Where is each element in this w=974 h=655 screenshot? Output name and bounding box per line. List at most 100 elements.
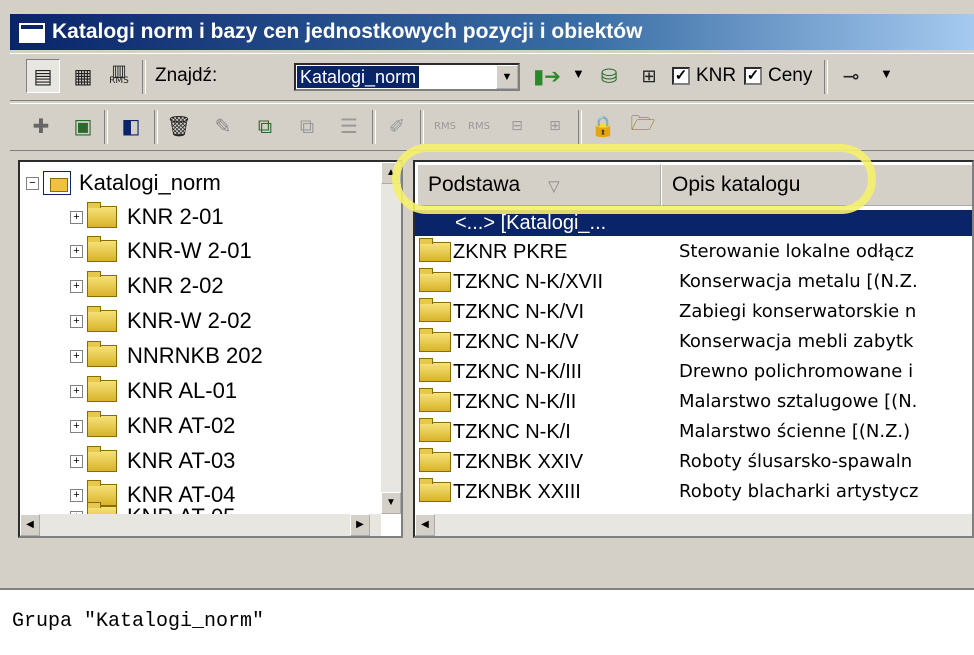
folder-icon — [87, 411, 117, 437]
row-description: Roboty ślusarsko-spawaln — [679, 451, 913, 472]
tree-item[interactable]: + KNR-W 2-02 — [70, 304, 252, 338]
folder-icon — [419, 268, 451, 292]
list-horizontal-scrollbar[interactable]: ◀ — [415, 514, 972, 536]
unlink-icon[interactable]: ⊞ — [538, 109, 572, 143]
tree-item-label: KNR-W 2-02 — [127, 308, 252, 333]
tree-item[interactable]: + KNR AT-03 — [70, 444, 235, 478]
lock-icon[interactable]: 🔒 — [586, 109, 620, 143]
grid-icon[interactable]: ⊞ — [632, 59, 666, 93]
row-code: TZKNC N-K/V — [453, 331, 579, 353]
go-next-icon[interactable]: ▮➔ — [530, 59, 564, 93]
tree-item[interactable]: + KNR AL-01 — [70, 374, 237, 408]
tree-root-label: Katalogi_norm — [79, 170, 221, 195]
tree-item[interactable]: + KNR-W 2-01 — [70, 234, 252, 268]
ceny-checkbox[interactable]: ✓ — [744, 67, 762, 85]
toolbar-separator — [824, 60, 828, 94]
table-row-selected[interactable]: <...> [Katalogi_... — [415, 210, 972, 236]
column-header-opis[interactable]: Opis katalogu — [661, 164, 972, 206]
scroll-right-button[interactable]: ▶ — [350, 514, 370, 536]
row-code: TZKNBK XXIII — [453, 481, 581, 503]
edit-pencil-icon[interactable]: ✎ — [206, 109, 240, 143]
expand-icon[interactable]: + — [70, 314, 83, 328]
find-combobox[interactable]: Katalogi_norm — [294, 63, 520, 91]
expand-icon[interactable]: + — [70, 349, 83, 363]
tree-item[interactable]: + KNR 2-01 — [70, 200, 224, 234]
copy-icon[interactable]: ⧉ — [248, 109, 282, 143]
tree-item[interactable]: + KNR AT-02 — [70, 409, 235, 443]
scroll-left-button[interactable]: ◀ — [20, 514, 40, 536]
column-header-podstawa[interactable]: Podstawa ▽ — [417, 164, 661, 206]
table-row[interactable]: TZKNBK XXIV Roboty ślusarsko-spawaln — [419, 448, 912, 476]
folder-icon — [419, 448, 451, 472]
tree-item-label: KNR 2-02 — [127, 273, 224, 298]
expand-icon[interactable]: + — [70, 210, 83, 224]
expand-icon[interactable]: + — [70, 454, 83, 468]
folder-icon — [419, 478, 451, 502]
edit-list-icon[interactable]: ✐ — [380, 109, 414, 143]
table-row[interactable]: TZKNC N-K/II Malarstwo sztalugowe [(N. — [419, 388, 917, 416]
window-icon — [18, 22, 46, 44]
folder-icon — [87, 376, 117, 402]
row-description: Zabiegi konserwatorskie n — [679, 301, 917, 322]
tree-vertical-scrollbar[interactable]: ▲ ▼ — [381, 162, 401, 514]
table-row[interactable]: TZKNC N-K/XVII Konserwacja metalu [(N.Z. — [419, 268, 918, 296]
collapse-icon[interactable]: − — [26, 176, 39, 190]
tree-item-label: KNR AL-01 — [127, 378, 238, 403]
find-value: Katalogi_norm — [297, 66, 420, 88]
new-folder-icon[interactable]: ▣ — [66, 109, 100, 143]
catalog-tree[interactable]: − Katalogi_norm + KNR 2-01 + KNR-W 2-01 + K… — [18, 160, 403, 538]
list-view-icon[interactable]: ▦ — [66, 59, 100, 93]
row-description: Konserwacja mebli zabytk — [679, 331, 914, 352]
toolbar-edit: ✚ ▣ ◧ 🗑 ✎ ⧉ ⧉ ☰ ✐ RMS RMS ⊟ ⊞ 🔒 🗁 — [10, 103, 974, 151]
table-row[interactable]: TZKNC N-K/V Konserwacja mebli zabytk — [419, 328, 913, 356]
tree-item[interactable]: + NNRNKB 202 — [70, 339, 263, 373]
table-row[interactable]: TZKNC N-K/III Drewno polichromowane i — [419, 358, 913, 386]
scroll-left-button[interactable]: ◀ — [415, 514, 435, 536]
expand-icon[interactable]: + — [70, 384, 83, 398]
tree-item-label: KNR 2-01 — [127, 204, 224, 229]
paste-icon[interactable]: ⧉ — [290, 109, 324, 143]
find-dropdown-button[interactable]: ▼ — [496, 65, 518, 89]
row-code: TZKNC N-K/III — [453, 361, 582, 383]
catalog-icon[interactable]: ◧ — [114, 109, 148, 143]
find-label: Znajdź: — [155, 65, 218, 86]
ceny-label: Ceny — [768, 65, 813, 86]
scroll-down-button[interactable]: ▼ — [381, 492, 401, 514]
folder-icon — [419, 298, 451, 322]
expand-icon[interactable]: + — [70, 488, 83, 502]
chevron-down-icon[interactable]: ▼ — [880, 66, 893, 81]
catalog-list[interactable]: Podstawa ▽ Opis katalogu <...> [Katalogi… — [413, 160, 974, 538]
toolbar-separator — [154, 110, 158, 144]
tree-horizontal-scrollbar[interactable]: ◀ ▶ — [20, 514, 381, 536]
application-window: Katalogi norm i bazy cen jednostkowych p… — [0, 0, 974, 655]
tree-item-label: KNR AT-03 — [127, 448, 236, 473]
open-icon[interactable]: 🗁 — [626, 109, 660, 143]
properties-icon[interactable]: ☰ — [332, 109, 366, 143]
tree-item[interactable]: + KNR 2-02 — [70, 269, 224, 303]
folder-icon — [87, 236, 117, 262]
delete-icon[interactable]: 🗑 — [162, 109, 196, 143]
expand-icon[interactable]: + — [70, 419, 83, 433]
tree-item-label: NNRNKB 202 — [127, 343, 263, 368]
open-folder-icon[interactable]: ⛁ — [592, 59, 626, 93]
row-code: TZKNC N-K/II — [453, 391, 577, 413]
table-row[interactable]: TZKNBK XXIII Roboty blacharki artystycz — [419, 478, 919, 506]
scroll-up-button[interactable]: ▲ — [381, 162, 401, 184]
rms-down-icon[interactable]: RMS — [462, 109, 496, 143]
expand-icon[interactable]: + — [70, 244, 83, 258]
table-row[interactable]: TZKNC N-K/I Malarstwo ścienne [(N.Z.) — [419, 418, 910, 446]
rms-view-icon[interactable]: ▥ RMS — [102, 59, 136, 93]
tree-view-icon[interactable]: ▤ — [26, 59, 60, 93]
table-row[interactable]: TZKNC N-K/VI Zabiegi konserwatorskie n — [419, 298, 916, 326]
rms-up-icon[interactable]: RMS — [428, 109, 462, 143]
title-bar[interactable]: Katalogi norm i bazy cen jednostkowych p… — [10, 14, 974, 50]
expand-icon[interactable]: + — [70, 279, 83, 293]
tree-root[interactable]: − Katalogi_norm — [26, 168, 221, 198]
knr-checkbox[interactable]: ✓ — [672, 67, 690, 85]
tree-item-label: KNR-W 2-01 — [127, 238, 252, 263]
chevron-down-icon[interactable]: ▼ — [572, 66, 585, 81]
table-row[interactable]: ZKNR PKRE Sterowanie lokalne odłącz — [419, 238, 914, 266]
pin-icon[interactable]: ⊸ — [834, 59, 868, 93]
add-icon[interactable]: ✚ — [24, 109, 58, 143]
link-icon[interactable]: ⊟ — [500, 109, 534, 143]
